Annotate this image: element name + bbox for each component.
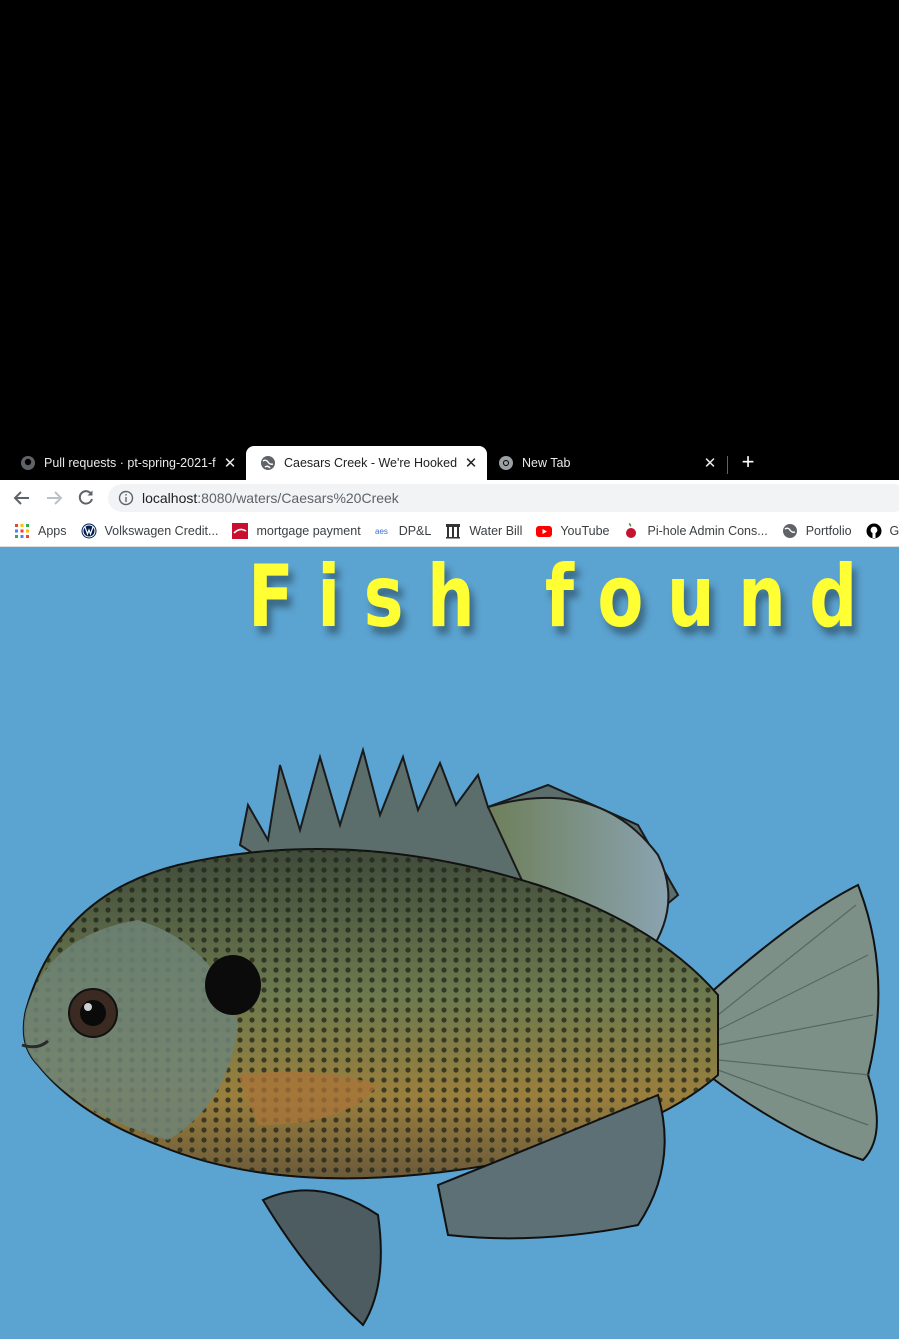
tab-title: New Tab: [522, 456, 571, 470]
aes-icon: aes: [375, 527, 388, 536]
github-icon: [866, 523, 882, 539]
bookmark-label: Water Bill: [469, 524, 523, 538]
url-host: localhost: [142, 490, 198, 506]
water-bill-icon: [446, 524, 461, 539]
pihole-icon: [626, 523, 637, 538]
bookmark-apps[interactable]: Apps: [14, 523, 67, 539]
bookmark-portfolio[interactable]: Portfolio: [782, 523, 852, 539]
bookmark-label: GitH: [889, 524, 899, 538]
tab-caesars-creek[interactable]: Caesars Creek - We're Hooked ✕: [246, 446, 487, 480]
tab-new-tab[interactable]: New Tab ✕: [490, 446, 726, 480]
globe-icon: [782, 524, 797, 538]
close-icon[interactable]: ✕: [702, 454, 718, 472]
volkswagen-icon: [81, 523, 96, 539]
bookmark-label: Apps: [38, 524, 67, 538]
bookmarks-bar: Apps Volkswagen Credit... mortgage payme…: [0, 516, 899, 547]
bookmark-mortgage[interactable]: mortgage payment: [232, 523, 361, 539]
bookmark-label: Volkswagen Credit...: [104, 524, 219, 538]
mortgage-icon: [232, 523, 249, 539]
close-icon[interactable]: ✕: [222, 454, 238, 472]
tab-title: Pull requests · pt-spring-2021-fin: [44, 456, 216, 470]
tab-separator: [727, 456, 728, 474]
url-path: :8080/waters/Caesars%20Creek: [197, 490, 399, 506]
apps-grid-icon: [15, 524, 29, 538]
youtube-icon: [536, 526, 553, 537]
bookmark-label: DP&L: [398, 524, 432, 538]
page-heading: Fish found: [248, 547, 881, 647]
page-content: Fish found: [0, 547, 899, 1339]
close-icon[interactable]: ✕: [463, 454, 479, 472]
forward-button[interactable]: [42, 486, 66, 510]
info-icon[interactable]: [118, 490, 134, 506]
bookmark-youtube[interactable]: YouTube: [536, 523, 609, 539]
bookmark-label: Portfolio: [805, 524, 852, 538]
bluegill-fish-image: [21, 746, 880, 1327]
globe-icon: [261, 456, 275, 470]
github-icon: [21, 456, 35, 470]
forward-arrow-icon: [47, 491, 63, 505]
bookmark-pihole[interactable]: Pi-hole Admin Cons...: [623, 523, 768, 539]
tab-strip: Pull requests · pt-spring-2021-fin ✕ Cae…: [0, 444, 899, 480]
new-tab-button[interactable]: +: [738, 448, 758, 476]
bookmark-label: mortgage payment: [256, 524, 361, 538]
bookmark-github[interactable]: GitH: [866, 523, 899, 539]
bookmark-dpl[interactable]: aes DP&L: [375, 523, 432, 539]
tab-title: Caesars Creek - We're Hooked: [284, 456, 457, 470]
reload-button[interactable]: [74, 486, 98, 510]
back-button[interactable]: [10, 486, 34, 510]
browser-toolbar: localhost:8080/waters/Caesars%20Creek: [0, 480, 899, 516]
reload-icon: [78, 490, 93, 505]
bookmark-volkswagen[interactable]: Volkswagen Credit...: [81, 523, 219, 539]
address-bar[interactable]: localhost:8080/waters/Caesars%20Creek: [108, 484, 899, 512]
back-arrow-icon: [13, 491, 29, 505]
tab-pull-requests[interactable]: Pull requests · pt-spring-2021-fin ✕: [0, 446, 246, 480]
bookmark-water-bill[interactable]: Water Bill: [445, 523, 522, 539]
svg-text:aes: aes: [375, 527, 388, 536]
bookmark-label: Pi-hole Admin Cons...: [647, 524, 768, 538]
chrome-icon: [499, 456, 513, 470]
bookmark-label: YouTube: [560, 524, 610, 538]
